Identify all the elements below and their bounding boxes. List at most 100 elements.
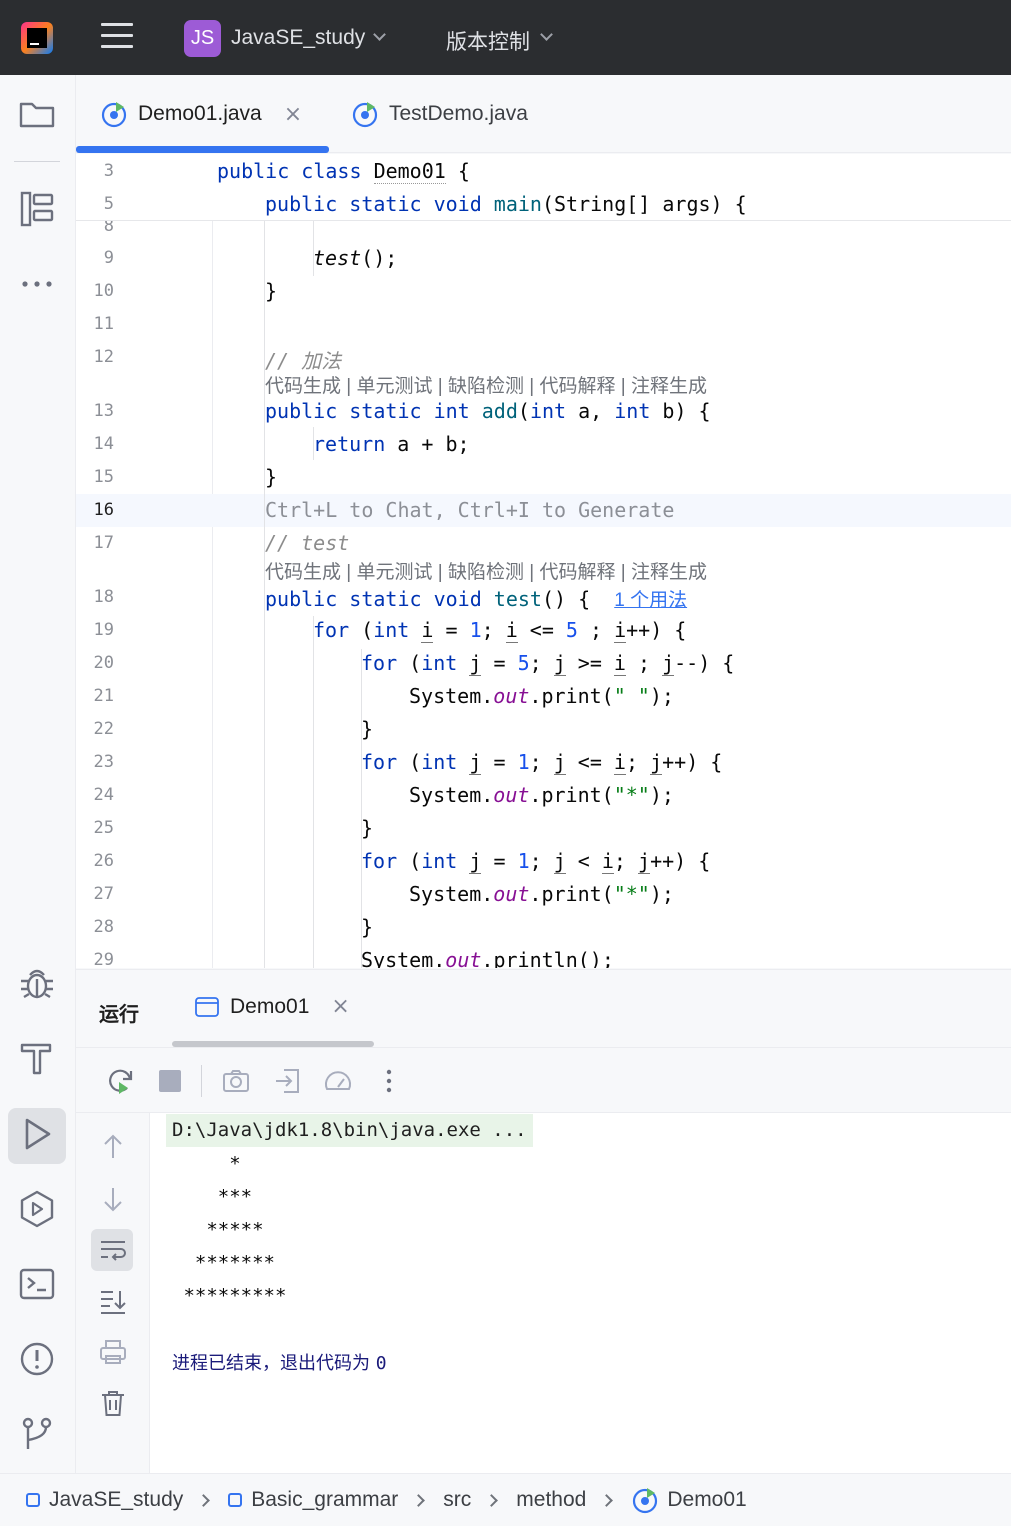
console-output-line: ***** <box>172 1219 264 1241</box>
code-line[interactable]: System.out.print("*"); <box>409 882 674 906</box>
stop-icon[interactable] <box>154 1065 186 1097</box>
chevron-right-icon <box>197 1493 211 1507</box>
code-line[interactable]: for (int j = 1; j <= i; j++) { <box>361 750 722 775</box>
project-badge[interactable]: JS <box>184 20 221 57</box>
console-command-line[interactable]: D:\Java\jdk1.8\bin\java.exe ... <box>166 1114 533 1147</box>
ai-code-actions-hint[interactable]: 代码生成 | 单元测试 | 缺陷检测 | 代码解释 | 注释生成 <box>265 371 707 398</box>
line-number: 25 <box>93 818 114 838</box>
debug-icon[interactable] <box>15 961 59 1005</box>
line-number: 22 <box>93 719 114 739</box>
print-icon[interactable] <box>97 1336 129 1368</box>
structure-icon[interactable] <box>15 187 59 231</box>
soft-wrap-icon[interactable] <box>97 1234 129 1266</box>
code-line[interactable]: for (int i = 1; i <= 5 ; i++) { <box>313 618 686 643</box>
console-output-line: ******* <box>172 1252 275 1274</box>
problems-icon[interactable] <box>15 1337 59 1381</box>
arrow-down-icon[interactable] <box>97 1183 129 1215</box>
usages-link[interactable]: 1 个用法 <box>614 590 687 611</box>
code-line[interactable]: for (int j = 1; j < i; j++) { <box>361 849 710 874</box>
vcs-menu[interactable]: 版本控制 <box>446 26 530 56</box>
chevron-down-icon[interactable] <box>373 28 386 41</box>
terminal-icon[interactable] <box>15 1262 59 1306</box>
ai-code-actions-hint[interactable]: 代码生成 | 单元测试 | 缺陷检测 | 代码解释 | 注释生成 <box>265 557 707 584</box>
line-number: 28 <box>93 917 114 937</box>
main-menu-icon[interactable] <box>101 23 133 51</box>
rerun-icon[interactable] <box>104 1065 136 1097</box>
code-line[interactable]: } <box>361 816 373 840</box>
more-tools-icon[interactable] <box>15 262 59 306</box>
sidebar-divider <box>14 161 60 162</box>
code-line[interactable]: System.out.println(); <box>361 948 614 968</box>
code-line[interactable]: } <box>265 279 277 303</box>
code-line[interactable]: for (int j = 5; j >= i ; j--) { <box>361 651 734 676</box>
java-class-run-icon <box>352 102 378 128</box>
project-selector[interactable]: JavaSE_study <box>231 26 365 50</box>
code-line[interactable]: } <box>361 717 373 741</box>
close-icon[interactable]: × <box>284 102 302 127</box>
line-number: 17 <box>93 533 114 553</box>
line-number: 5 <box>103 194 114 214</box>
code-line[interactable]: System.out.print(" "); <box>409 684 674 708</box>
line-number: 14 <box>93 434 114 454</box>
console-output-line: * <box>172 1153 241 1175</box>
code-comment[interactable]: // 加法 <box>265 345 341 374</box>
title-bar: JS JavaSE_study 版本控制 <box>0 0 1011 75</box>
code-line[interactable]: public static int add(int a, int b) { <box>265 399 711 423</box>
run-icon[interactable] <box>15 1112 59 1156</box>
line-number: 3 <box>103 161 114 181</box>
line-number: 24 <box>93 785 114 805</box>
line-number-gutter <box>76 154 213 968</box>
code-comment[interactable]: // test <box>265 531 349 555</box>
breadcrumb-src[interactable]: src <box>443 1488 471 1512</box>
breadcrumb-project[interactable]: JavaSE_study <box>26 1488 183 1512</box>
code-line[interactable]: public static void main(String[] args) { <box>265 192 747 216</box>
navigation-breadcrumb: JavaSE_study Basic_grammar src method De… <box>0 1473 1011 1526</box>
services-icon[interactable] <box>15 1187 59 1231</box>
line-number: 21 <box>93 686 114 706</box>
run-title: 运行 <box>99 1004 139 1026</box>
chevron-right-icon <box>412 1493 426 1507</box>
console-side-toolbar <box>76 1113 150 1473</box>
java-class-run-icon <box>101 102 127 128</box>
console-window-icon <box>195 996 219 1017</box>
breadcrumb-module[interactable]: Basic_grammar <box>228 1488 398 1512</box>
import-icon[interactable] <box>272 1065 304 1097</box>
code-line[interactable]: } <box>265 465 277 489</box>
line-number: 19 <box>93 620 114 640</box>
line-number: 15 <box>93 467 114 487</box>
toolbar-separator <box>201 1065 202 1097</box>
code-line[interactable]: return a + b; <box>313 432 470 456</box>
line-number: 20 <box>93 653 114 673</box>
line-number: 11 <box>93 314 114 334</box>
code-line[interactable]: public static void test() { 1 个用法 <box>265 585 687 612</box>
build-hammer-icon[interactable] <box>15 1036 59 1080</box>
line-number: 27 <box>93 884 114 904</box>
arrow-up-icon[interactable] <box>97 1131 129 1163</box>
code-line[interactable]: test(); <box>313 246 397 270</box>
scroll-to-end-icon[interactable] <box>97 1285 129 1317</box>
breadcrumb-class[interactable]: Demo01 <box>631 1486 747 1514</box>
folder-icon[interactable] <box>15 92 59 136</box>
chevron-down-icon[interactable] <box>540 28 553 41</box>
tab-testdemo[interactable]: TestDemo.java <box>351 75 528 153</box>
line-number-current: 16 <box>93 500 114 520</box>
trash-icon[interactable] <box>97 1387 129 1419</box>
breadcrumb-package[interactable]: method <box>516 1488 586 1512</box>
tab-demo01[interactable]: Demo01.java × <box>100 75 302 153</box>
code-line[interactable]: System.out.print("*"); <box>409 783 674 807</box>
line-number: 18 <box>93 587 114 607</box>
code-line[interactable]: public class Demo01 { <box>217 159 470 184</box>
close-icon[interactable]: × <box>331 994 349 1019</box>
run-tab-demo01[interactable]: Demo01 × <box>194 994 350 1019</box>
code-line[interactable]: } <box>361 915 373 939</box>
git-branch-icon[interactable] <box>15 1412 59 1456</box>
intellij-logo-icon[interactable] <box>21 22 53 54</box>
console-output-line: *** <box>172 1186 253 1208</box>
java-class-run-icon <box>633 1488 658 1514</box>
exit-code: 0 <box>375 1353 387 1374</box>
profiler-gauge-icon[interactable] <box>322 1065 354 1097</box>
console-output[interactable]: D:\Java\jdk1.8\bin\java.exe ... * *** **… <box>150 1113 1011 1473</box>
camera-icon[interactable] <box>220 1065 252 1097</box>
more-options-icon[interactable] <box>373 1065 405 1097</box>
code-editor[interactable]: 3 public class Demo01 { 5 public static … <box>76 154 1011 968</box>
